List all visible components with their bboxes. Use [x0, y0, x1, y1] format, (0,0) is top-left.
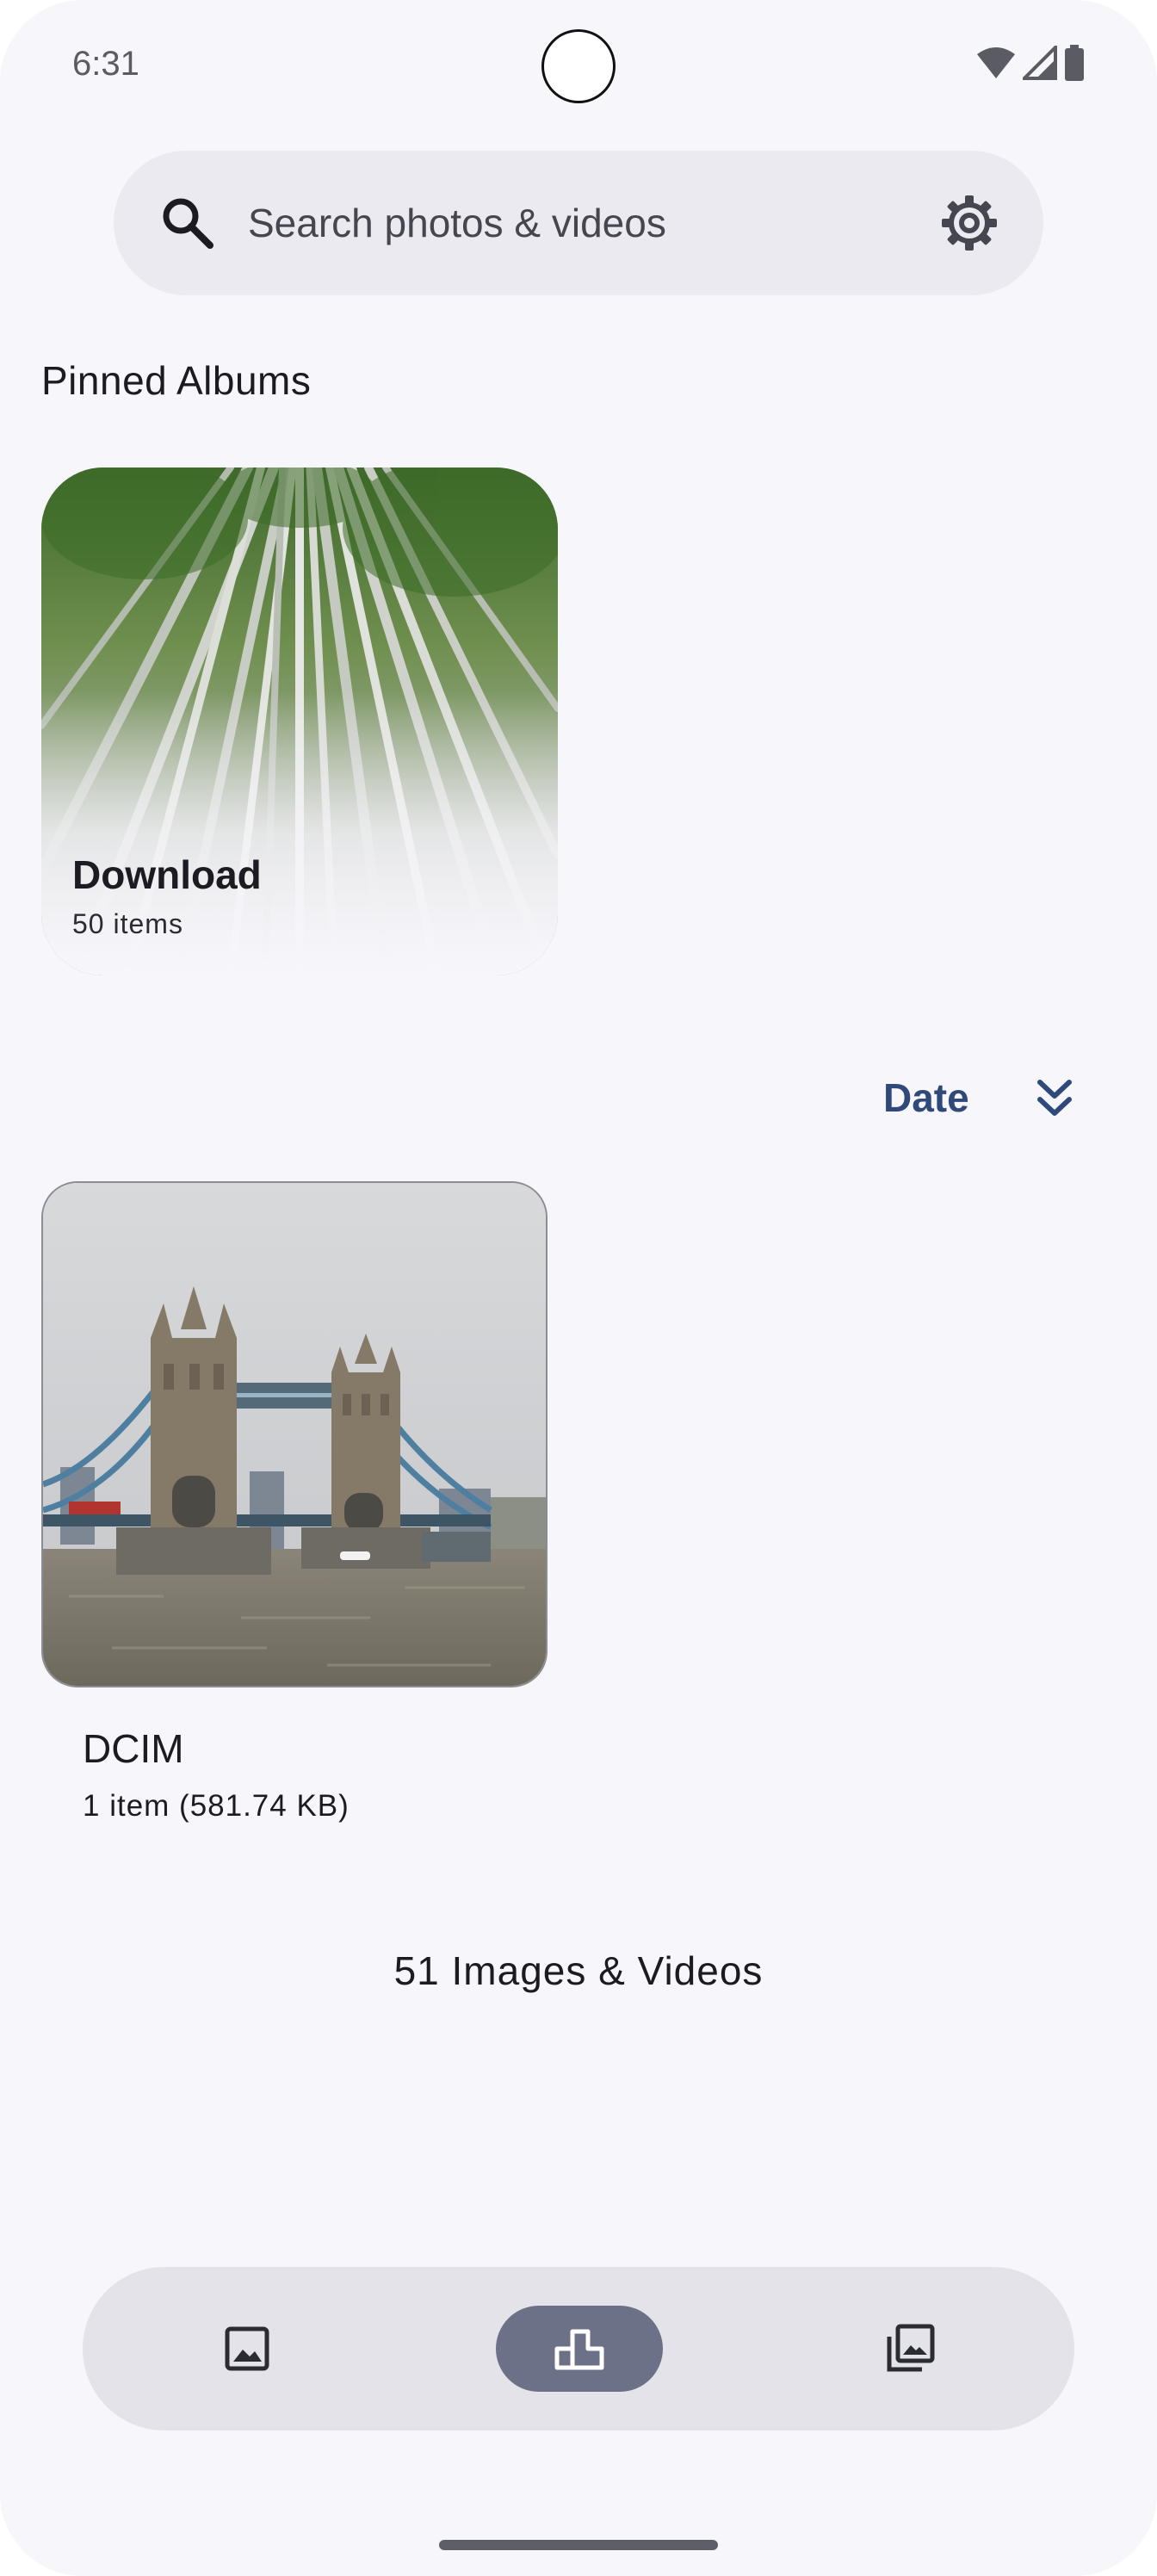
albums-icon: [554, 2329, 604, 2370]
cell-signal-icon: [1023, 46, 1057, 80]
search-input[interactable]: [248, 189, 851, 257]
gesture-handle[interactable]: [439, 2540, 718, 2550]
pinned-album-count: 50 items: [72, 908, 183, 939]
album-meta: 1 item (581.74 KB): [83, 1789, 350, 1823]
pinned-album-card-download[interactable]: Download 50 items: [41, 468, 558, 975]
library-icon: [887, 2324, 935, 2372]
app-screen: 6:31 Search photos & videos Pinned Album…: [0, 0, 1157, 2576]
search-bar[interactable]: [114, 151, 1043, 295]
pinned-albums-title: Pinned Albums: [41, 358, 312, 403]
gear-icon[interactable]: [938, 192, 1000, 254]
album-card-dcim[interactable]: [41, 1181, 548, 1687]
album-name: DCIM: [83, 1726, 184, 1771]
image-icon: [225, 2326, 269, 2371]
nav-item-albums[interactable]: [496, 2306, 663, 2392]
camera-cutout: [541, 29, 616, 103]
wifi-icon: [977, 47, 1015, 78]
album-cover-tower-bridge: [43, 1183, 546, 1686]
search-icon[interactable]: [158, 194, 217, 252]
nav-item-timeline[interactable]: [164, 2306, 331, 2392]
status-icons: [976, 45, 1085, 81]
nav-item-library[interactable]: [826, 2306, 993, 2392]
status-time: 6:31: [72, 45, 139, 83]
battery-icon: [1065, 45, 1084, 81]
double-chevron-down-icon: [1037, 1080, 1072, 1116]
pinned-album-name: Download: [72, 852, 262, 897]
sort-order-button[interactable]: [1024, 1064, 1085, 1133]
sort-by-button[interactable]: Date: [869, 1059, 983, 1136]
bottom-navigation: [83, 2267, 1074, 2430]
media-total-label: 51 Images & Videos: [393, 1948, 764, 1993]
